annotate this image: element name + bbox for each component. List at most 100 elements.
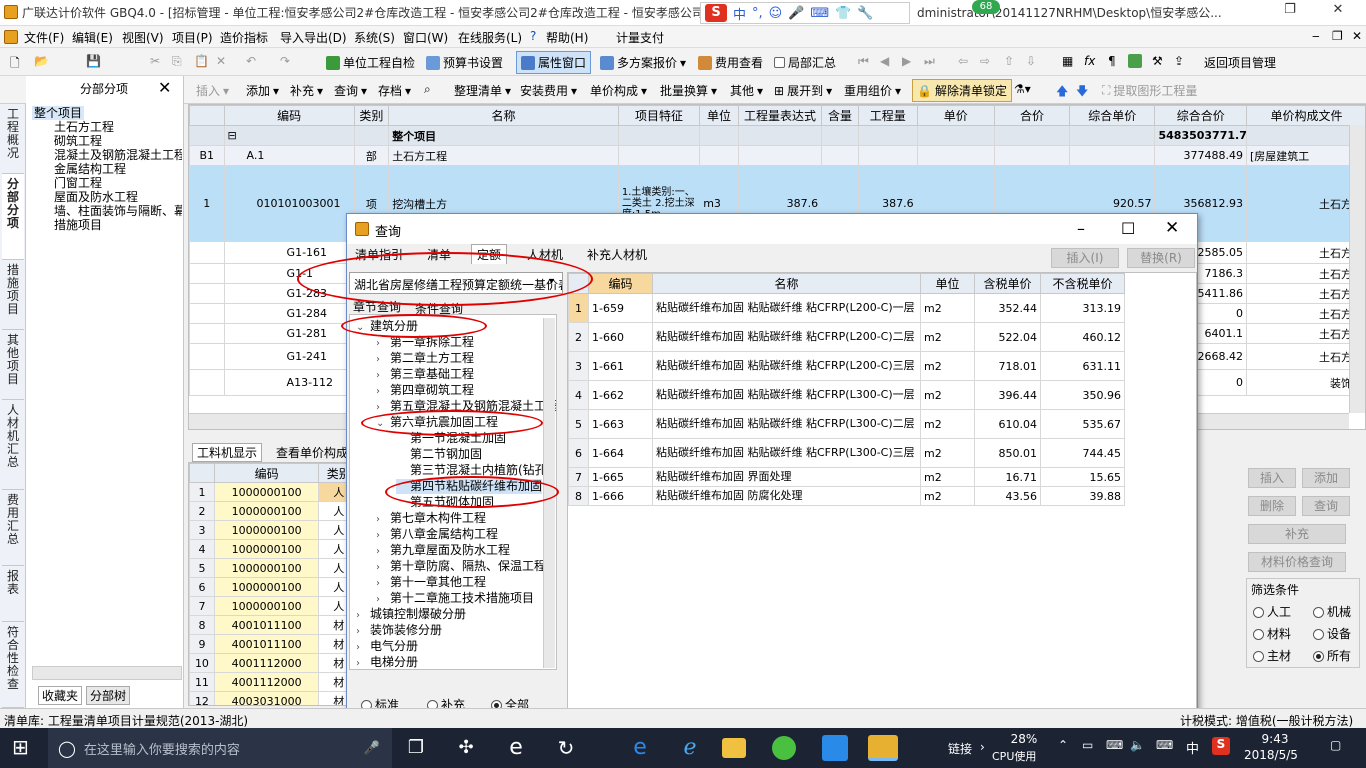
multi-plan-button[interactable]: 多方案报价 ▾ — [600, 54, 686, 71]
main-cell-code[interactable]: G1-241 — [223, 343, 355, 370]
chevron-right-icon[interactable]: › — [356, 608, 370, 623]
return-project-button[interactable]: 返回项目管理 — [1204, 54, 1276, 71]
quota-cell-unit[interactable]: m2 — [920, 293, 975, 323]
delete-icon[interactable]: ✕ — [216, 54, 226, 68]
quota-cell-no[interactable]: 3 — [568, 351, 589, 381]
chevron-right-icon[interactable]: › — [376, 352, 390, 367]
main-cell-unit[interactable] — [699, 145, 739, 166]
quota-cell-name[interactable]: 粘贴碳纤维布加固 粘贴碳纤维 粘CFRP(L300-C)二层 — [652, 409, 921, 439]
battery-icon[interactable]: ▭ — [1082, 738, 1093, 752]
open-icon[interactable]: 📂 — [34, 54, 49, 68]
tree-node[interactable]: › 第二章土方工程 — [376, 351, 474, 367]
quota-cell-notax[interactable]: 39.88 — [1040, 486, 1125, 506]
tree-node[interactable]: › 装饰装修分册 — [356, 623, 442, 639]
tree-node[interactable]: › 第十一章其他工程 — [376, 575, 486, 591]
tree-node[interactable]: › 第十二章施工技术措施项目 — [376, 591, 534, 607]
filter-radio[interactable]: 人工 — [1253, 603, 1291, 620]
tree-node[interactable]: › 电气分册 — [356, 639, 418, 655]
tab-section-tree[interactable]: 分部树 — [86, 686, 131, 705]
quota-cell-code[interactable]: 1-660 — [588, 322, 653, 352]
browser-360-icon[interactable] — [772, 736, 796, 760]
last-icon[interactable]: ⏭ — [924, 54, 935, 69]
tab-sections[interactable]: 分部分项 — [2, 174, 24, 260]
close-nav-icon[interactable]: ✕ — [158, 78, 171, 97]
ime-toolbar[interactable]: S 中 °, ☺ 🎤 ⌨ 👕 🔧 — [700, 2, 910, 24]
taskbar-search[interactable]: ◯ 在这里输入你要搜索的内容 🎤 — [48, 728, 392, 768]
tab-compliance[interactable]: 符合性检查 — [2, 622, 24, 708]
quota-row[interactable]: 1 1-659 粘贴碳纤维布加固 粘贴碳纤维 粘CFRP(L200-C)一层 m2 35… — [568, 293, 1125, 323]
chevron-right-icon[interactable]: › — [376, 560, 390, 575]
quota-row[interactable]: 3 1-661 粘贴碳纤维布加固 粘贴碳纤维 粘CFRP(L200-C)三层 m2 71… — [568, 351, 1125, 381]
add-menu[interactable]: 添加 ▾ — [246, 82, 279, 99]
labor-cell-type[interactable]: 人 — [318, 520, 347, 540]
main-cell-sum[interactable] — [993, 145, 1071, 166]
nav-item-wall[interactable]: 墙、柱面装饰与隔断、幕墙工程 — [54, 204, 182, 218]
tab-labor-display[interactable]: 工料机显示 — [192, 443, 263, 462]
labor-cell-code[interactable]: 4003031000 — [213, 691, 320, 705]
partial-summary-button[interactable]: 局部汇总 — [774, 54, 836, 71]
labor-cell-code[interactable]: 4001011100 — [213, 615, 320, 635]
nav-root[interactable]: 整个项目 — [32, 106, 85, 120]
insert-menu[interactable]: 插入 ▾ — [196, 82, 229, 99]
main-cell-expr[interactable] — [737, 145, 823, 166]
export-icon[interactable]: ⇪ — [1174, 54, 1184, 68]
labor-row[interactable]: 114001112000材水 — [189, 672, 347, 692]
dlg-replace-button[interactable]: 替换(R) — [1127, 248, 1195, 268]
quota-cell-no[interactable]: 1 — [568, 293, 589, 323]
quota-cell-name[interactable]: 粘贴碳纤维布加固 粘贴碳纤维 粘CFRP(L300-C)一层 — [652, 380, 921, 410]
main-cell-code[interactable]: 010101003001 — [223, 165, 355, 242]
tray-arrow-icon[interactable]: › — [980, 740, 985, 754]
paste-icon[interactable]: 📋 — [194, 54, 209, 68]
quota-cell-unit[interactable]: m2 — [920, 322, 975, 352]
quota-cell-no[interactable]: 5 — [568, 409, 589, 439]
chevron-right-icon[interactable]: › — [356, 640, 370, 655]
menu-edit[interactable]: 编辑(E) — [72, 29, 113, 46]
quota-cell-no[interactable]: 8 — [568, 486, 589, 506]
redo-icon[interactable]: ↷ — [280, 54, 290, 68]
menu-window[interactable]: 窗口(W) — [403, 29, 448, 46]
chevron-right-icon[interactable]: › — [376, 576, 390, 591]
install-fee-menu[interactable]: 安装费用 ▾ — [520, 82, 577, 99]
self-check-button[interactable]: 单位工程自检 — [326, 54, 415, 71]
labor-cell-code[interactable]: 4001112000 — [213, 653, 320, 673]
main-cell-no[interactable] — [189, 343, 225, 370]
tab-reports[interactable]: 报表 — [2, 566, 24, 622]
menu-measure-pay[interactable]: 计量支付 — [616, 29, 664, 46]
close-icon[interactable]: ✕ — [1318, 2, 1358, 22]
chevron-right-icon[interactable]: › — [376, 512, 390, 527]
mdi-restore-icon[interactable]: ❐ — [1332, 29, 1343, 43]
labor-cell-code[interactable]: 1000000100 — [213, 482, 320, 502]
labor-cell-type[interactable]: 人 — [318, 482, 347, 502]
edge-icon[interactable]: e — [622, 734, 658, 762]
calculator-icon[interactable]: ▦ — [1062, 54, 1073, 68]
nav-item-concrete[interactable]: 混凝土及钢筋混凝土工程 — [54, 148, 182, 162]
quota-cell-unit[interactable]: m2 — [920, 438, 975, 468]
spiral-app-icon[interactable]: ↻ — [548, 734, 584, 762]
first-icon[interactable]: ⏮ — [858, 54, 869, 69]
tree-node[interactable]: › 城镇控制爆破分册 — [356, 607, 466, 623]
quota-cell-no[interactable]: 6 — [568, 438, 589, 468]
quota-cell-unit[interactable]: m2 — [920, 467, 975, 487]
fee-view-button[interactable]: 费用查看 — [698, 54, 763, 71]
labor-row[interactable]: 41000000100人技 — [189, 539, 347, 559]
move-left-icon[interactable]: ⇦ — [958, 54, 968, 68]
quota-cell-code[interactable]: 1-664 — [588, 438, 653, 468]
main-cell-no[interactable] — [189, 369, 225, 396]
ie-icon[interactable]: ℯ — [672, 734, 708, 762]
chevron-right-icon[interactable]: › — [376, 592, 390, 607]
mdi-minimize-icon[interactable]: ‒ — [1312, 29, 1320, 43]
menu-help[interactable]: 帮助(H) — [546, 29, 588, 46]
rp-delete-button[interactable]: 删除 — [1248, 496, 1296, 516]
labor-cell-type[interactable]: 人 — [318, 577, 347, 597]
menu-project[interactable]: 项目(P) — [172, 29, 213, 46]
quota-cell-tax[interactable]: 43.56 — [974, 486, 1041, 506]
tab-fee-summary[interactable]: 费用汇总 — [2, 490, 24, 566]
labor-cell-code[interactable]: 1000000100 — [213, 577, 320, 597]
property-window-button[interactable]: 属性窗口 — [516, 51, 592, 74]
main-cell-code[interactable]: A13-112 — [223, 369, 355, 396]
tree-node[interactable]: › 第九章屋面及防水工程 — [376, 543, 510, 559]
quota-cell-notax[interactable]: 15.65 — [1040, 467, 1125, 487]
col-total[interactable]: 综合合价 — [1154, 105, 1247, 126]
edge-legacy-icon[interactable]: e — [498, 734, 534, 762]
other-menu[interactable]: 其他 ▾ — [730, 82, 763, 99]
